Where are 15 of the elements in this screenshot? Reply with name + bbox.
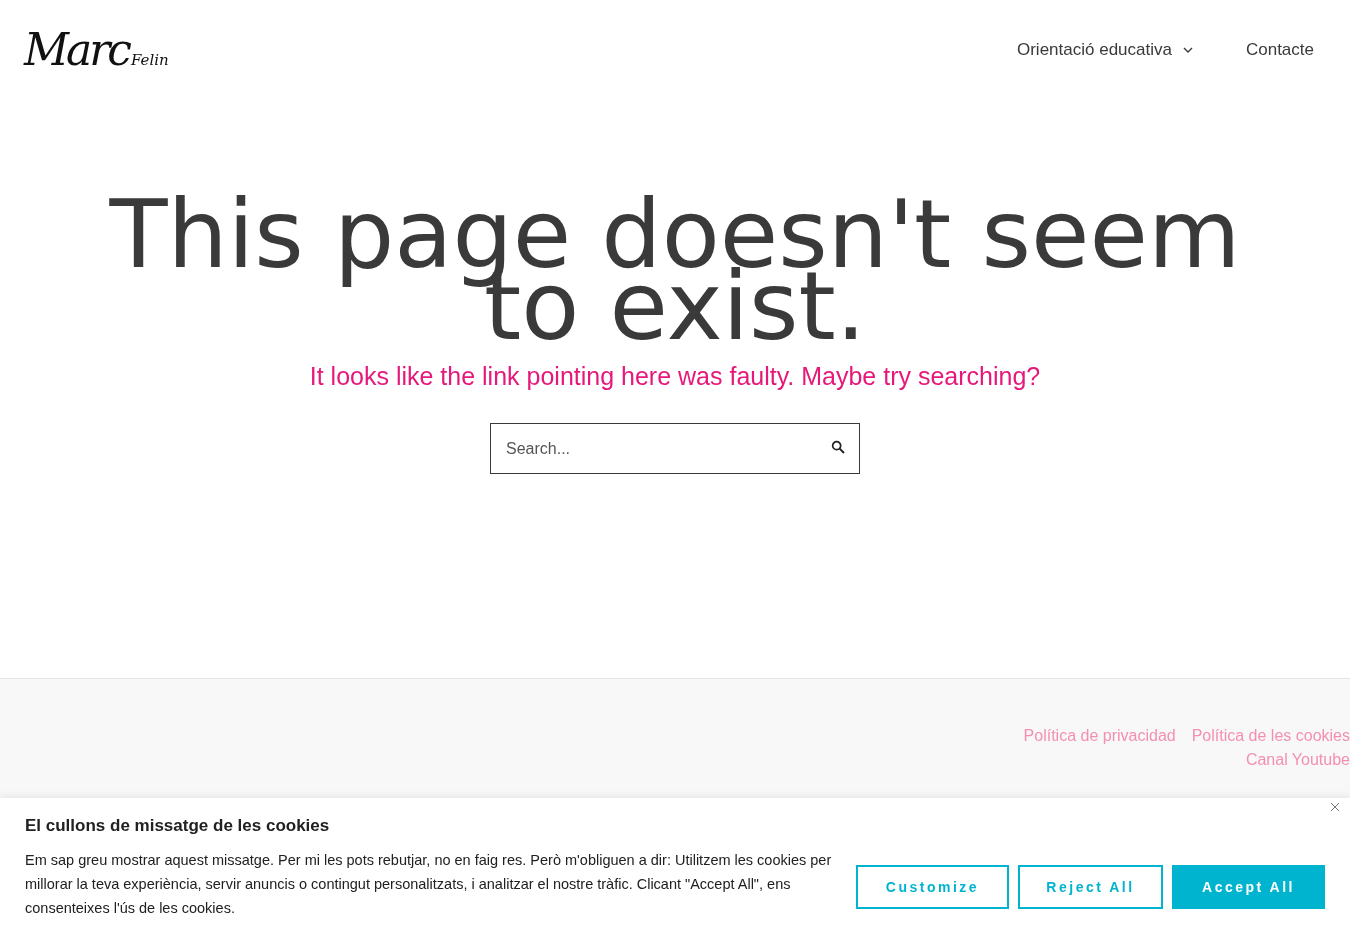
- cookie-button[interactable]: Reject All: [1018, 865, 1163, 909]
- logo[interactable]: MarcFelin: [24, 28, 169, 72]
- footer-link[interactable]: Política de privacidad: [1023, 727, 1176, 745]
- nav-link[interactable]: Contacte: [1245, 40, 1314, 60]
- footer-link[interactable]: Canal Youtube: [1245, 751, 1350, 769]
- accept-button[interactable]: Accept All: [1172, 865, 1325, 909]
- search-field[interactable]: Search...: [490, 423, 860, 474]
- close-button[interactable]: [1328, 800, 1342, 814]
- cookie-button[interactable]: Customize: [856, 865, 1009, 909]
- nav-link[interactable]: Orientació educativa: [1016, 40, 1194, 60]
- cookie-title: El cullons de missatge de les cookies: [25, 816, 331, 836]
- error-message: It looks like the link pointing here was faulty. Maybe try searching?: [309, 362, 1041, 391]
- search-icon[interactable]: [830, 439, 846, 455]
- cookie-text: Em sap greu mostrar aquest missatge. Per mi les pots rebutjar, no en faig res. Però m'obliguen a dir: Utilitzem les cookies per millorar la teva experiència, servir anuncis o contingut personalitzats, i analitzar el nostre tràfic. Clicant "Accept All", ens consenteixes l'ús de les cookies.: [25, 851, 833, 918]
- footer-link[interactable]: Política de les cookies: [1191, 727, 1350, 745]
